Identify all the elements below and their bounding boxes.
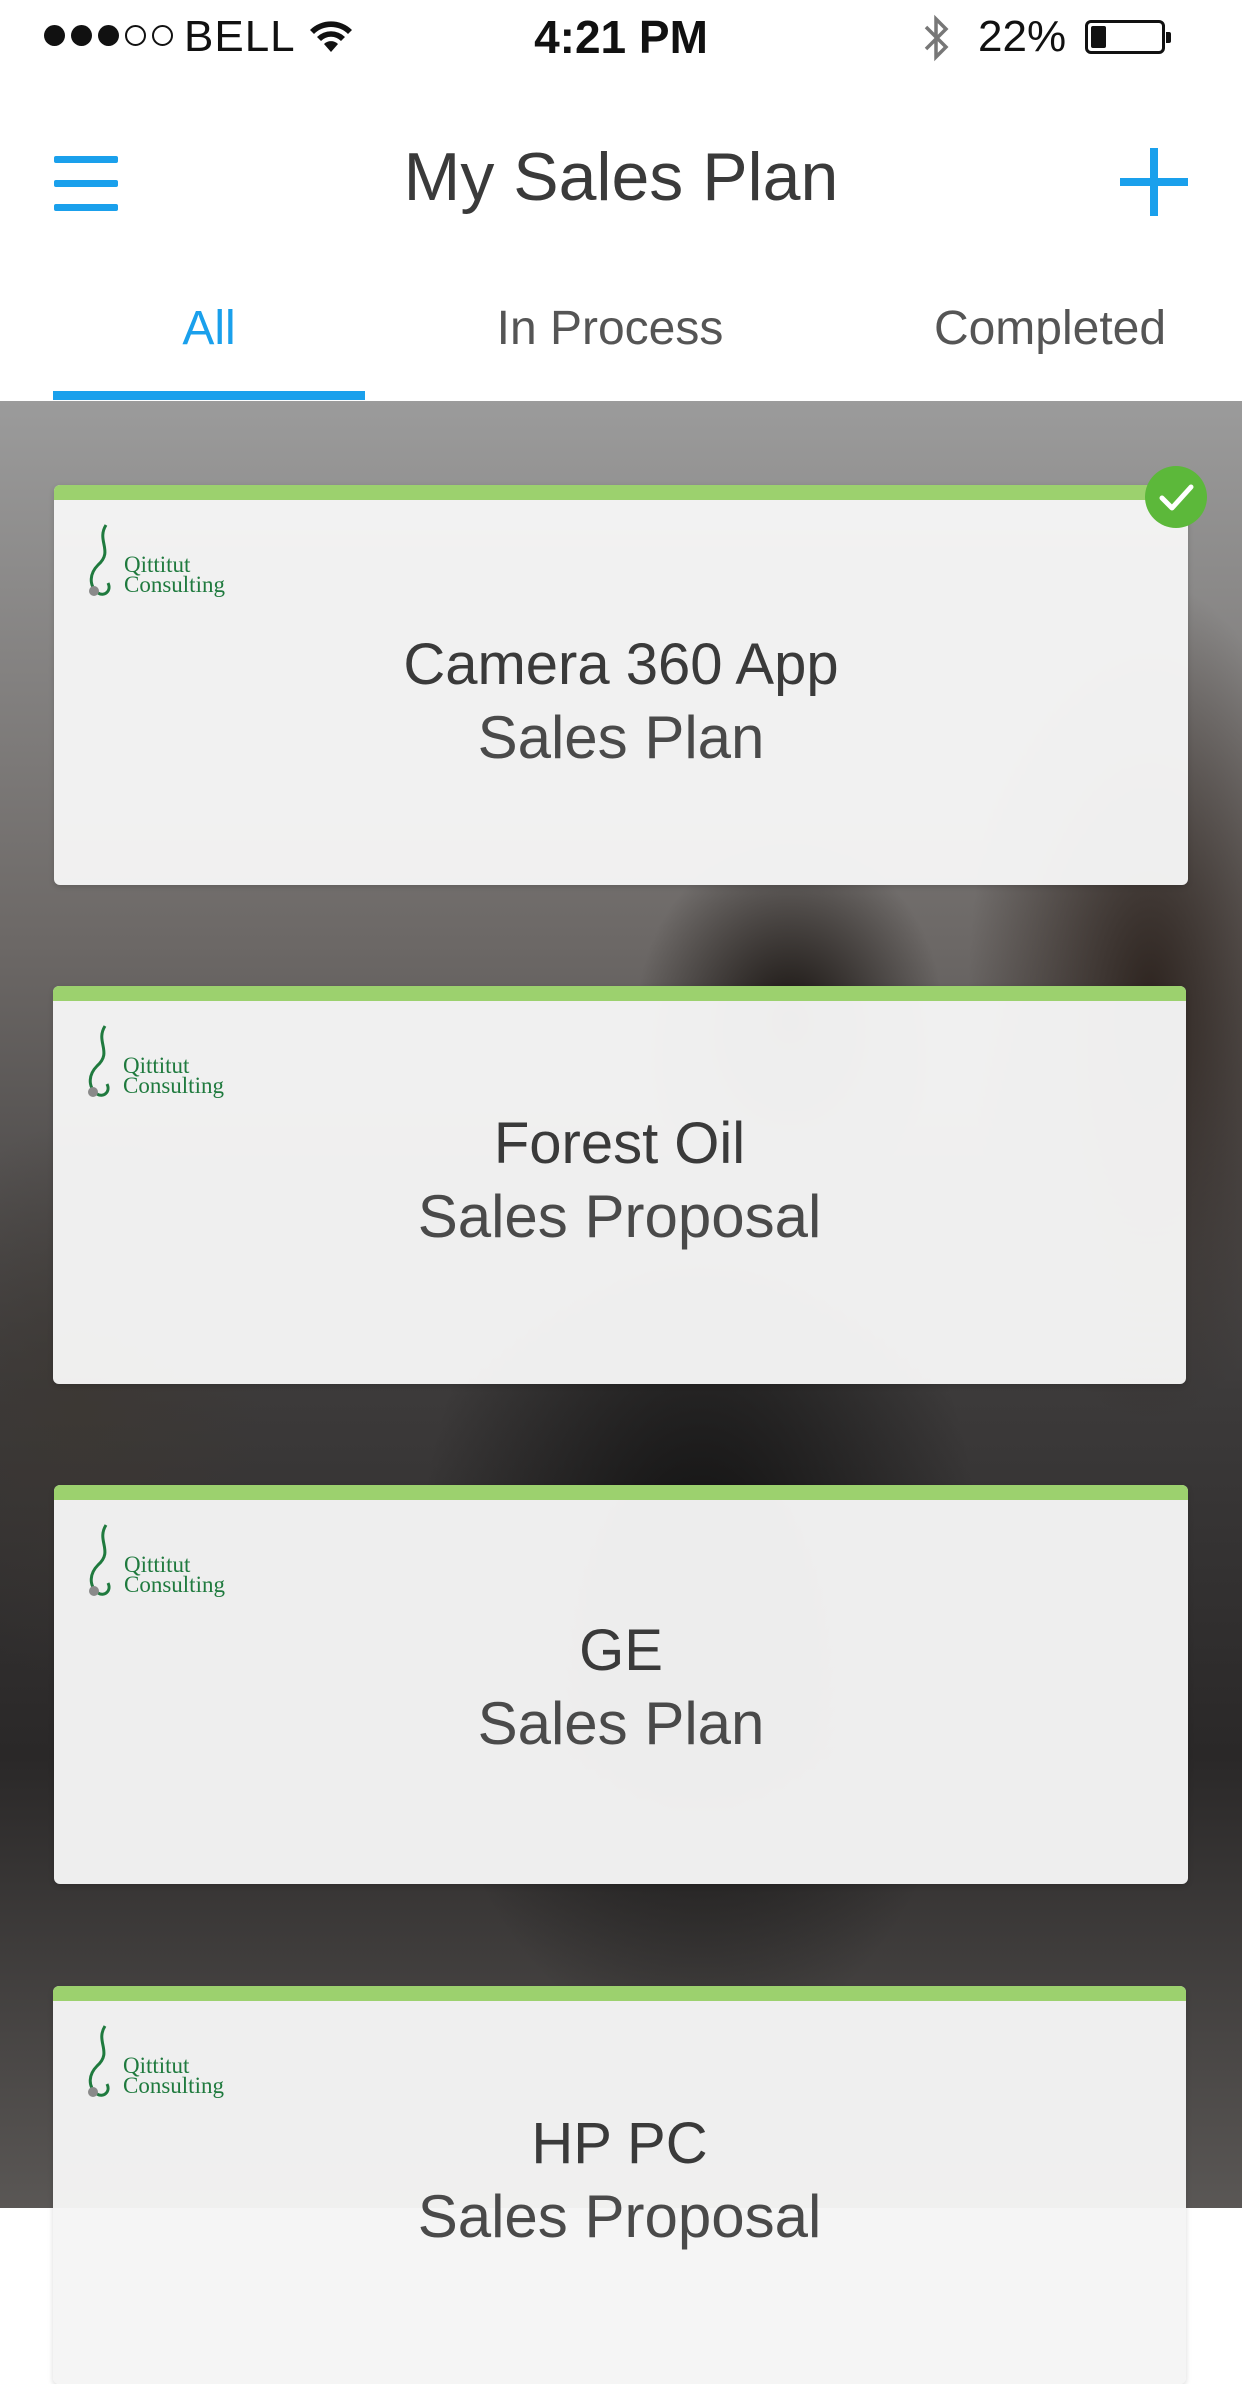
tab-bar: All In Process Completed: [0, 261, 1242, 401]
card-document-type: Sales Plan: [477, 1690, 765, 1757]
logo-text-line2: Consulting: [123, 2073, 224, 2098]
tab-all[interactable]: All: [53, 301, 365, 356]
logo-text-line2: Consulting: [124, 572, 225, 597]
card-document-type: Sales Proposal: [417, 2183, 822, 2250]
card-status-bar: [53, 1986, 1186, 2001]
card-status-bar: [54, 485, 1188, 500]
card-company-name: GE: [579, 1618, 663, 1683]
card-document-type: Sales Plan: [477, 704, 765, 771]
qittitut-consulting-logo: Qittitut Consulting: [83, 1022, 233, 1102]
completed-checkmark-icon: [1145, 466, 1207, 528]
card-company-name: Forest Oil: [493, 1111, 746, 1176]
sales-plan-card[interactable]: Qittitut Consulting Camera 360 App Sales …: [54, 485, 1188, 885]
active-tab-indicator: [53, 391, 365, 400]
sales-plan-card[interactable]: Qittitut Consulting Forest Oil Sales Prop…: [53, 986, 1186, 1384]
battery-percentage: 22%: [978, 12, 1067, 61]
card-company-name: Camera 360 App: [403, 632, 839, 697]
battery-icon: [1085, 20, 1171, 54]
qittitut-consulting-logo: Qittitut Consulting: [84, 521, 234, 601]
page-title: My Sales Plan: [403, 139, 839, 215]
add-plus-icon[interactable]: [1120, 148, 1188, 216]
card-status-bar: [54, 1485, 1188, 1500]
bluetooth-icon: [924, 14, 949, 62]
battery-level-fill: [1091, 26, 1106, 48]
sales-plan-card[interactable]: Qittitut Consulting HP PC Sales Proposal: [53, 1986, 1186, 2384]
qittitut-consulting-logo: Qittitut Consulting: [84, 1521, 234, 1601]
logo-text-line2: Consulting: [124, 1572, 225, 1597]
navigation-bar: My Sales Plan: [0, 76, 1242, 261]
status-bar: BELL 4:21 PM 22%: [0, 0, 1242, 76]
card-company-name: HP PC: [531, 2111, 708, 2176]
sales-plan-card[interactable]: Qittitut Consulting GE Sales Plan: [54, 1485, 1188, 1884]
logo-text-line2: Consulting: [123, 1073, 224, 1098]
tab-in-process[interactable]: In Process: [440, 301, 780, 356]
card-document-type: Sales Proposal: [417, 1183, 822, 1250]
tab-completed[interactable]: Completed: [900, 301, 1200, 356]
card-status-bar: [53, 986, 1186, 1001]
qittitut-consulting-logo: Qittitut Consulting: [83, 2022, 233, 2102]
